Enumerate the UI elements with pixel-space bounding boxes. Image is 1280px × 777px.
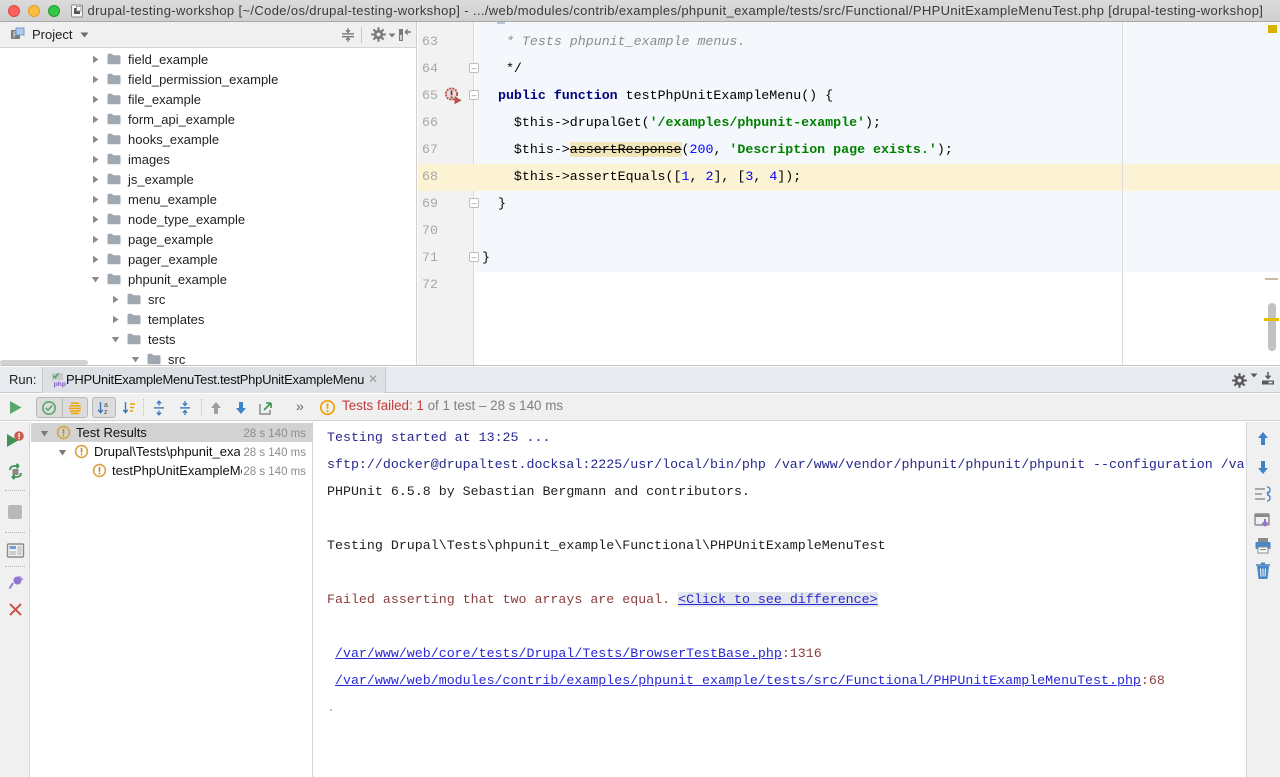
svg-text:a: a: [104, 402, 108, 409]
svg-text:z: z: [104, 409, 108, 416]
svg-text:php: php: [54, 381, 66, 388]
